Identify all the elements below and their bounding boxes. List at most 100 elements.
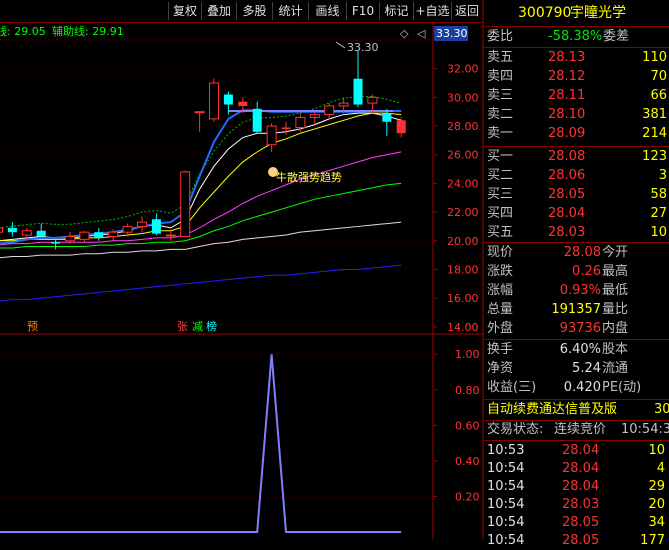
trade-price: 28.04 [562,461,600,476]
ad-row[interactable]: 自动续费通达信普及版 30 [484,401,669,419]
toolbar-button-2[interactable]: 多股 [236,2,272,20]
trade-price: 28.03 [562,497,600,512]
ask-price: 28.10 [548,107,586,122]
price-tick-label: 32.00 [447,63,479,76]
toolbar-button-5[interactable]: F10 [346,2,379,20]
weibi-row: 委比 -58.38% 委差 [484,28,669,46]
fundamental-row: 收益(三) 0.420 PE(动) [484,379,669,397]
toolbar-button-8[interactable]: 返回 [451,2,482,20]
bid-price: 28.03 [548,225,586,240]
stat-label-2: 内盘 [602,321,629,336]
fundamental-label: 净资 [487,361,514,376]
stat-row: 外盘 93736 内盘 [484,320,669,338]
price-tick-label: 28.00 [447,120,479,133]
marker-list[interactable]: 榜 [206,319,217,333]
ad-text[interactable]: 自动续费通达信普及版 [487,401,617,419]
bid-volume: 123 [642,149,667,164]
bid-label: 买二 [487,168,514,183]
stat-label-2: 今开 [602,245,629,260]
candle-body [353,78,363,105]
ask-row: 卖五 28.13 110 [484,49,669,67]
ask-label: 卖五 [487,50,514,65]
candle-body [266,125,277,146]
candle [180,170,191,237]
trade-time: 10:54 [487,461,525,476]
stat-label-2: 最高 [602,264,629,279]
candle-body [151,219,161,234]
price-tick-label: 26.00 [447,149,479,162]
indicator-line-label: 线: 29.05 [0,24,46,38]
indicator-tick-label: 0.80 [455,384,480,397]
candle-body [79,231,90,240]
stat-label: 涨跌 [487,264,514,279]
trade-row: 10:54 28.04 4 [484,460,669,478]
marker-reduce[interactable]: 减 [192,320,203,333]
bid-label: 买一 [487,149,514,164]
candle-body [223,94,233,105]
candle-body [281,127,291,129]
status-label: 交易状态: [487,422,544,437]
fundamental-row: 净资 5.24 流通 [484,360,669,378]
bid-row: 买二 28.06 3 [484,167,669,185]
trade-volume: 20 [648,497,665,512]
toolbar-button-7[interactable]: +自选 [413,2,451,20]
bid-price: 28.05 [548,187,586,202]
trade-time: 10:54 [487,533,525,548]
bid-volume: 10 [650,225,667,240]
toolbar-button-0[interactable]: 复权 [168,2,201,20]
toolbar-button-1[interactable]: 叠加 [201,2,236,20]
toolbar-button-6[interactable]: 标记 [379,2,413,20]
candle-body [382,113,392,122]
marker-limit-up[interactable]: 张 [177,320,188,333]
candle-body [108,231,119,237]
status-row: 交易状态: 连续竞价 10:54:3 [484,421,669,439]
fundamental-label-2: PE(动) [602,380,642,395]
bid-label: 买三 [487,187,514,202]
marker-forecast[interactable]: 预 [27,320,38,333]
fundamental-value: 0.420 [563,380,601,395]
trade-row: 10:53 28.04 10 [484,442,669,460]
bid-row: 买三 28.05 58 [484,186,669,204]
toolbar-button-3[interactable]: 统计 [272,2,308,20]
candle-body [7,227,17,233]
candle-body [252,108,262,132]
candle-body [309,114,320,118]
weibi-value: -58.38% [548,29,603,44]
trade-row: 10:54 28.05 177 [484,532,669,550]
stat-label: 涨幅 [487,283,514,298]
fundamental-label-2: 股本 [602,342,629,357]
candle [209,78,219,122]
stat-label-2: 量比 [602,302,629,317]
status-time: 10:54:3 [621,422,669,437]
aux-line-label: 辅助线: 29.91 [52,24,124,38]
bid-row: 买四 28.04 27 [484,205,669,223]
kline-chart[interactable]: 14.00 16.00 18.00 20.00 22.00 24.00 26.00 28.00… [0,0,484,540]
stat-value: 0.93% [559,283,601,298]
chevron-left-icon[interactable]: ◁ [417,27,426,40]
fundamental-label-2: 流通 [602,361,629,376]
fundamental-label: 收益(三) [487,380,537,395]
trade-time: 10:54 [487,479,525,494]
price-tick-label: 16.00 [447,292,479,305]
ask-label: 卖二 [487,107,514,122]
candle-body [338,102,349,107]
trade-price: 28.04 [562,443,600,458]
candle-body [21,230,32,236]
ask-price: 28.11 [548,88,586,103]
diamond-icon[interactable]: ◇ [400,27,409,40]
bid-row: 买一 28.08 123 [484,148,669,166]
ask-price: 28.12 [548,69,586,84]
bid-volume: 27 [650,206,667,221]
trade-volume: 4 [656,461,665,476]
ask-volume: 214 [642,126,667,141]
fundamental-value: 6.40% [559,342,601,357]
candle-body [51,242,61,244]
toolbar-button-4[interactable]: 画线 [308,2,346,20]
quote-panel: 300790 宇瞳光学 委比 -58.38% 委差 卖五 28.13 110 卖四 28… [484,0,669,548]
fundamental-value: 5.24 [572,361,601,376]
stat-row: 总量 191357 量比 [484,301,669,319]
ask-row: 卖四 28.12 70 [484,68,669,86]
price-tick-label: 30.00 [447,91,479,104]
stock-name: 宇瞳光学 [570,5,626,21]
price-box-value: 33.30 [436,27,468,40]
